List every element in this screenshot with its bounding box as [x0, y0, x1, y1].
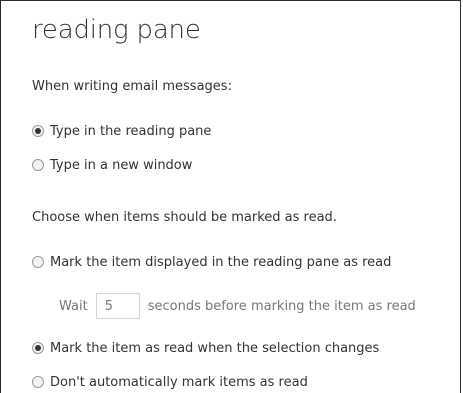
wait-suffix-label: seconds before marking the item as read	[147, 298, 416, 314]
radio-label: Mark the item as read when the selection…	[50, 340, 380, 356]
radio-selected-icon[interactable]	[32, 342, 44, 354]
reading-pane-settings-panel: reading pane When writing email messages…	[0, 0, 461, 393]
radio-label: Type in a new window	[50, 157, 193, 173]
radio-type-in-reading-pane[interactable]: Type in the reading pane	[32, 121, 211, 141]
radio-selected-icon[interactable]	[32, 125, 44, 137]
radio-unselected-icon[interactable]	[32, 159, 44, 171]
radio-unselected-icon[interactable]	[32, 376, 44, 388]
radio-dont-mark-as-read[interactable]: Don't automatically mark items as read	[32, 372, 308, 392]
radio-mark-displayed-item-as-read[interactable]: Mark the item displayed in the reading p…	[32, 252, 391, 272]
radio-label: Don't automatically mark items as read	[50, 374, 308, 390]
wait-seconds-row: Wait seconds before marking the item as …	[59, 291, 416, 321]
radio-type-in-new-window[interactable]: Type in a new window	[32, 155, 192, 175]
wait-seconds-input[interactable]	[95, 293, 140, 319]
writing-section-label: When writing email messages:	[32, 79, 232, 94]
radio-mark-read-on-selection-change[interactable]: Mark the item as read when the selection…	[32, 338, 379, 358]
radio-label: Mark the item displayed in the reading p…	[50, 254, 392, 270]
radio-label: Type in the reading pane	[50, 123, 212, 139]
radio-unselected-icon[interactable]	[32, 256, 44, 268]
wait-prefix-label: Wait	[59, 298, 88, 314]
page-title: reading pane	[32, 15, 201, 45]
read-section-label: Choose when items should be marked as re…	[32, 210, 337, 225]
